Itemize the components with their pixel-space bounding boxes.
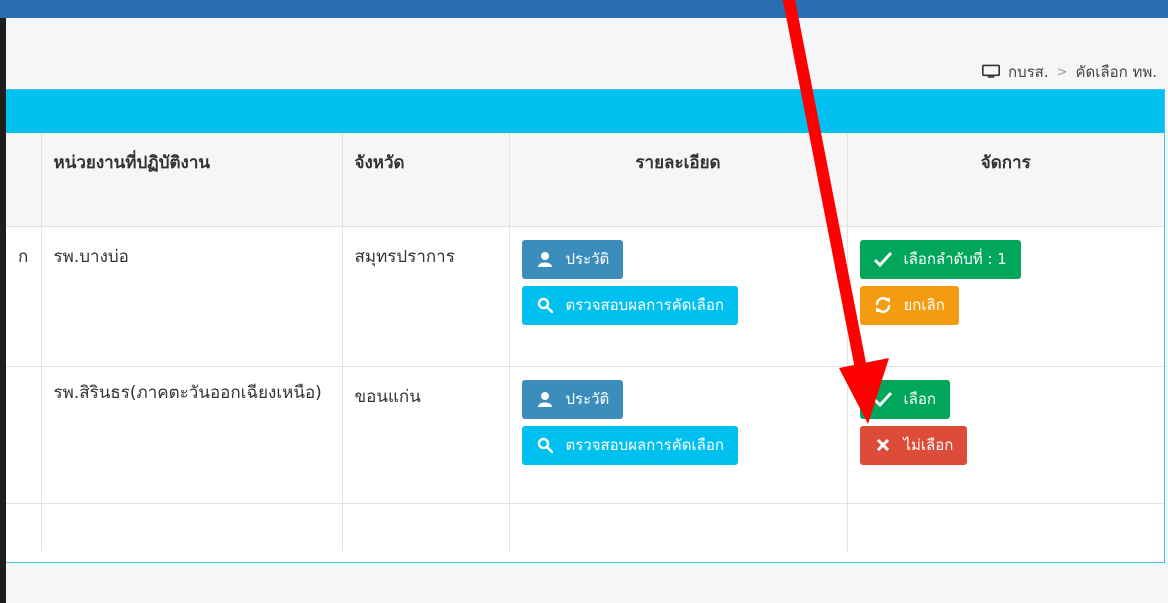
check-icon (873, 250, 892, 268)
row-province: ขอนแก่น (342, 366, 510, 504)
monitor-icon (982, 63, 1000, 81)
empty-cell (342, 503, 510, 551)
cancel-button-label: ยกเลิก (903, 296, 945, 314)
cancel-button[interactable]: ยกเลิก (859, 285, 959, 325)
panel-header (6, 90, 1164, 133)
breadcrumb: กบรส. > คัดเลือก ทพ. (982, 60, 1157, 84)
refresh-icon (874, 296, 892, 314)
search-icon (536, 436, 554, 454)
breadcrumb-separator: > (1056, 64, 1068, 80)
user-icon (536, 390, 554, 408)
empty-cell (847, 503, 1164, 551)
history-button[interactable]: ประวัติ (521, 379, 624, 419)
select-button[interactable]: เลือก (859, 379, 950, 419)
row-manage-cell: เลือก ไม่เลือก (847, 366, 1164, 504)
empty-cell (6, 503, 42, 551)
header-unit: หน่วยงานที่ปฏิบัติงาน (41, 133, 343, 227)
history-button-label: ประวัติ (565, 390, 610, 408)
check-result-button-label: ตรวจสอบผลการคัดเลือก (565, 296, 724, 314)
top-header-bar (0, 0, 1168, 18)
row-province: สมุทรปราการ (342, 226, 510, 367)
check-result-button[interactable]: ตรวจสอบผลการคัดเลือก (521, 285, 738, 325)
header-lead (6, 133, 42, 227)
search-icon (536, 296, 554, 314)
history-button[interactable]: ประวัติ (521, 239, 624, 279)
breadcrumb-home-link[interactable]: กบรส. (1008, 60, 1049, 84)
check-icon (873, 390, 892, 408)
header-detail: รายละเอียด (509, 133, 848, 227)
table-row: ก รพ.บางบ่อ สมุทรปราการ ประวัติ ตรวจสอบผ… (6, 226, 1164, 367)
breadcrumb-current: คัดเลือก ทพ. (1075, 63, 1158, 81)
row-detail-cell: ประวัติ ตรวจสอบผลการคัดเลือก (509, 226, 848, 367)
user-icon (536, 250, 554, 268)
header-manage: จัดการ (847, 133, 1164, 227)
empty-cell (509, 503, 848, 551)
table-empty-row (6, 503, 1164, 551)
select-button-label: เลือก (903, 390, 936, 408)
results-panel: หน่วยงานที่ปฏิบัติงาน จังหวัด รายละเอียด… (6, 89, 1165, 563)
row-lead-text (6, 366, 42, 504)
check-result-button[interactable]: ตรวจสอบผลการคัดเลือก (521, 425, 738, 465)
row-manage-cell: เลือกลำดับที่ : 1 ยกเลิก (847, 226, 1164, 367)
reject-button[interactable]: ไม่เลือก (859, 425, 968, 465)
row-unit: รพ.บางบ่อ (41, 226, 343, 367)
reject-button-label: ไม่เลือก (903, 436, 954, 454)
row-detail-cell: ประวัติ ตรวจสอบผลการคัดเลือก (509, 366, 848, 504)
empty-cell (41, 503, 343, 551)
row-lead-text: ก (6, 226, 42, 367)
select-rank-button-label: เลือกลำดับที่ : 1 (903, 250, 1007, 268)
table-row: รพ.สิรินธร(ภาคตะวันออกเฉียงเหนือ) ขอนแก่… (6, 366, 1164, 504)
candidate-table: หน่วยงานที่ปฏิบัติงาน จังหวัด รายละเอียด… (6, 133, 1164, 551)
close-icon (874, 436, 892, 454)
header-province: จังหวัด (342, 133, 510, 227)
select-rank-button[interactable]: เลือกลำดับที่ : 1 (859, 239, 1021, 279)
row-unit: รพ.สิรินธร(ภาคตะวันออกเฉียงเหนือ) (41, 366, 343, 504)
main-content: กบรส. > คัดเลือก ทพ. หน่วยงานที่ปฏิบัติง… (6, 18, 1168, 603)
history-button-label: ประวัติ (565, 250, 610, 268)
check-result-button-label: ตรวจสอบผลการคัดเลือก (565, 436, 724, 454)
